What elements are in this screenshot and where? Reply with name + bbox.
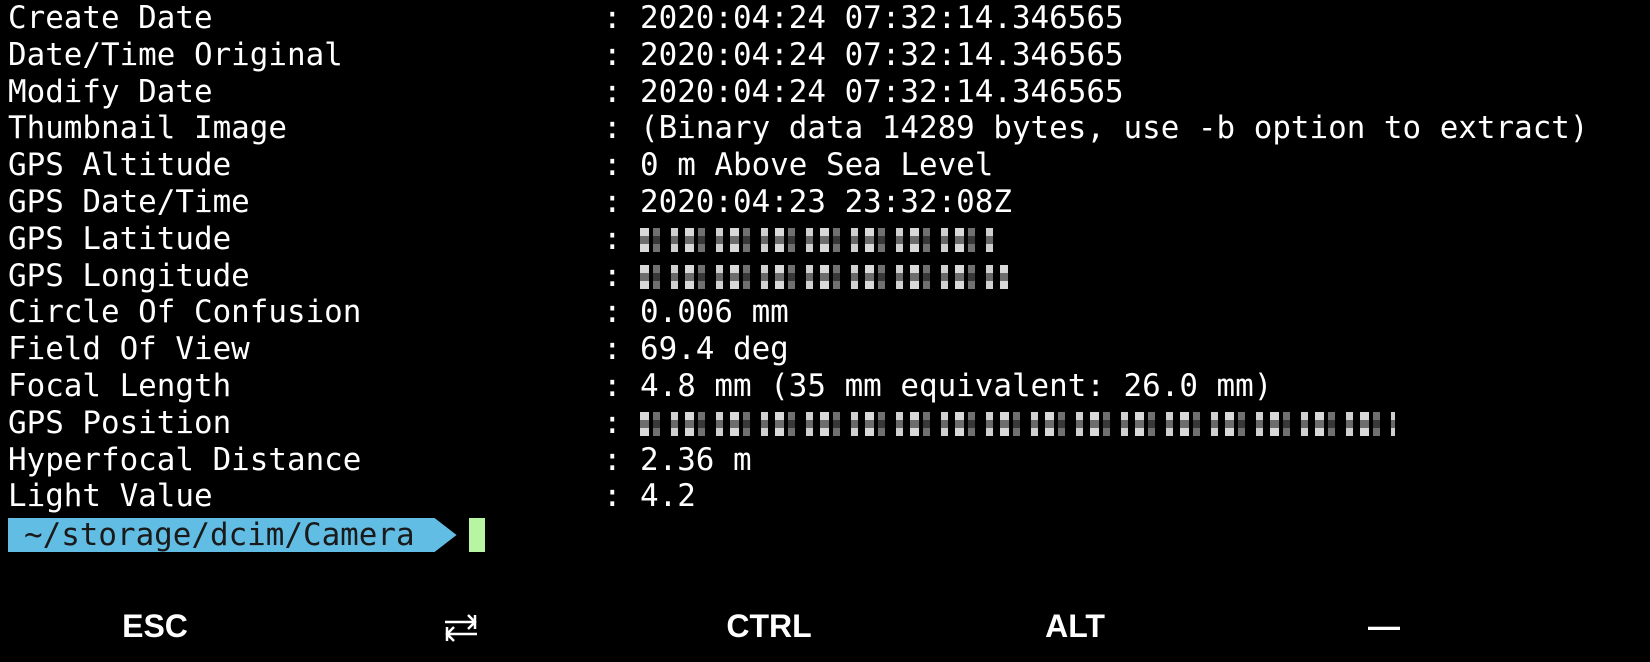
exif-line: Modify Date:2020:04:24 07:32:14.346565	[8, 74, 1588, 111]
redacted-value	[640, 264, 1008, 289]
exif-value: 69.4 deg	[640, 331, 789, 368]
exif-tag: Light Value	[8, 478, 213, 515]
separator: :	[603, 441, 622, 478]
separator: :	[603, 331, 622, 368]
esc-key[interactable]: ESC	[122, 608, 188, 645]
ctrl-key[interactable]: CTRL	[726, 608, 811, 645]
separator: :	[603, 257, 622, 294]
tab-key[interactable]	[443, 612, 479, 652]
exif-line: Thumbnail Image: (Binary data 14289 bytes…	[8, 110, 1588, 147]
exif-line: Date/Time Original:2020:04:24 07:32:14.3…	[8, 37, 1588, 74]
exif-line: Light Value:4.2	[8, 478, 1588, 515]
exif-line: Hyperfocal Distance:2.36 m	[8, 442, 1588, 479]
terminal-output: Create Date:2020:04:24 07:32:14.346565 Da…	[8, 0, 1588, 515]
redacted-value	[640, 411, 1395, 436]
separator: :	[603, 147, 622, 184]
separator: :	[603, 220, 622, 257]
separator: :	[603, 73, 622, 110]
separator: :	[603, 367, 622, 404]
exif-line: Create Date:2020:04:24 07:32:14.346565	[8, 0, 1588, 37]
exif-line: GPS Altitude:0 m Above Sea Level	[8, 147, 1588, 184]
extra-keys-bar: ESC CTRL ALT —	[0, 608, 1650, 658]
exif-tag: GPS Altitude	[8, 147, 232, 184]
redacted-value	[640, 227, 995, 252]
exif-value: 0 m Above Sea Level	[640, 147, 994, 184]
exif-line: Focal Length:4.8 mm (35 mm equivalent: 2…	[8, 368, 1588, 405]
exif-value: 2020:04:24 07:32:14.346565	[640, 0, 1124, 36]
exif-line: GPS Position:	[8, 405, 1588, 442]
separator: :	[603, 404, 622, 441]
exif-value: 2.36 m	[640, 441, 752, 478]
exif-value: 0.006 mm	[640, 294, 789, 331]
prompt-path: ~/storage/dcim/Camera	[8, 518, 457, 552]
exif-line: GPS Longitude:	[8, 258, 1588, 295]
exif-line: GPS Date/Time:2020:04:23 23:32:08Z	[8, 184, 1588, 221]
exif-value: (Binary data 14289 bytes, use -b option …	[640, 110, 1589, 147]
exif-value: 2020:04:24 07:32:14.346565	[640, 73, 1124, 110]
separator: :	[603, 110, 622, 147]
separator: :	[603, 294, 622, 331]
exif-tag: Field Of View	[8, 331, 250, 368]
exif-tag: GPS Position	[8, 404, 232, 441]
separator: :	[603, 0, 622, 36]
shell-prompt: ~/storage/dcim/Camera	[8, 518, 457, 552]
exif-line: GPS Latitude:	[8, 221, 1588, 258]
exif-value: 2020:04:24 07:32:14.346565	[640, 36, 1124, 73]
exif-tag: Modify Date	[8, 73, 213, 110]
exif-tag: Create Date	[8, 0, 213, 36]
dash-key[interactable]: —	[1368, 608, 1400, 645]
terminal-cursor[interactable]	[469, 518, 485, 552]
exif-tag: GPS Latitude	[8, 220, 232, 257]
tab-arrows-icon	[445, 614, 477, 642]
exif-tag: Hyperfocal Distance	[8, 441, 362, 478]
exif-value: 4.8 mm (35 mm equivalent: 26.0 mm)	[640, 367, 1273, 404]
separator: :	[603, 478, 622, 515]
exif-line: Field Of View:69.4 deg	[8, 331, 1588, 368]
exif-tag: GPS Longitude	[8, 257, 250, 294]
exif-tag: Focal Length	[8, 367, 232, 404]
exif-tag: Circle Of Confusion	[8, 294, 362, 331]
separator: :	[603, 36, 622, 73]
exif-tag: Thumbnail Image	[8, 110, 287, 147]
exif-tag: GPS Date/Time	[8, 183, 250, 220]
separator: :	[603, 183, 622, 220]
exif-line: Circle Of Confusion:0.006 mm	[8, 294, 1588, 331]
alt-key[interactable]: ALT	[1045, 608, 1105, 645]
exif-value: 2020:04:23 23:32:08Z	[640, 183, 1012, 220]
exif-tag: Date/Time Original	[8, 36, 343, 73]
exif-value: 4.2	[640, 478, 696, 515]
